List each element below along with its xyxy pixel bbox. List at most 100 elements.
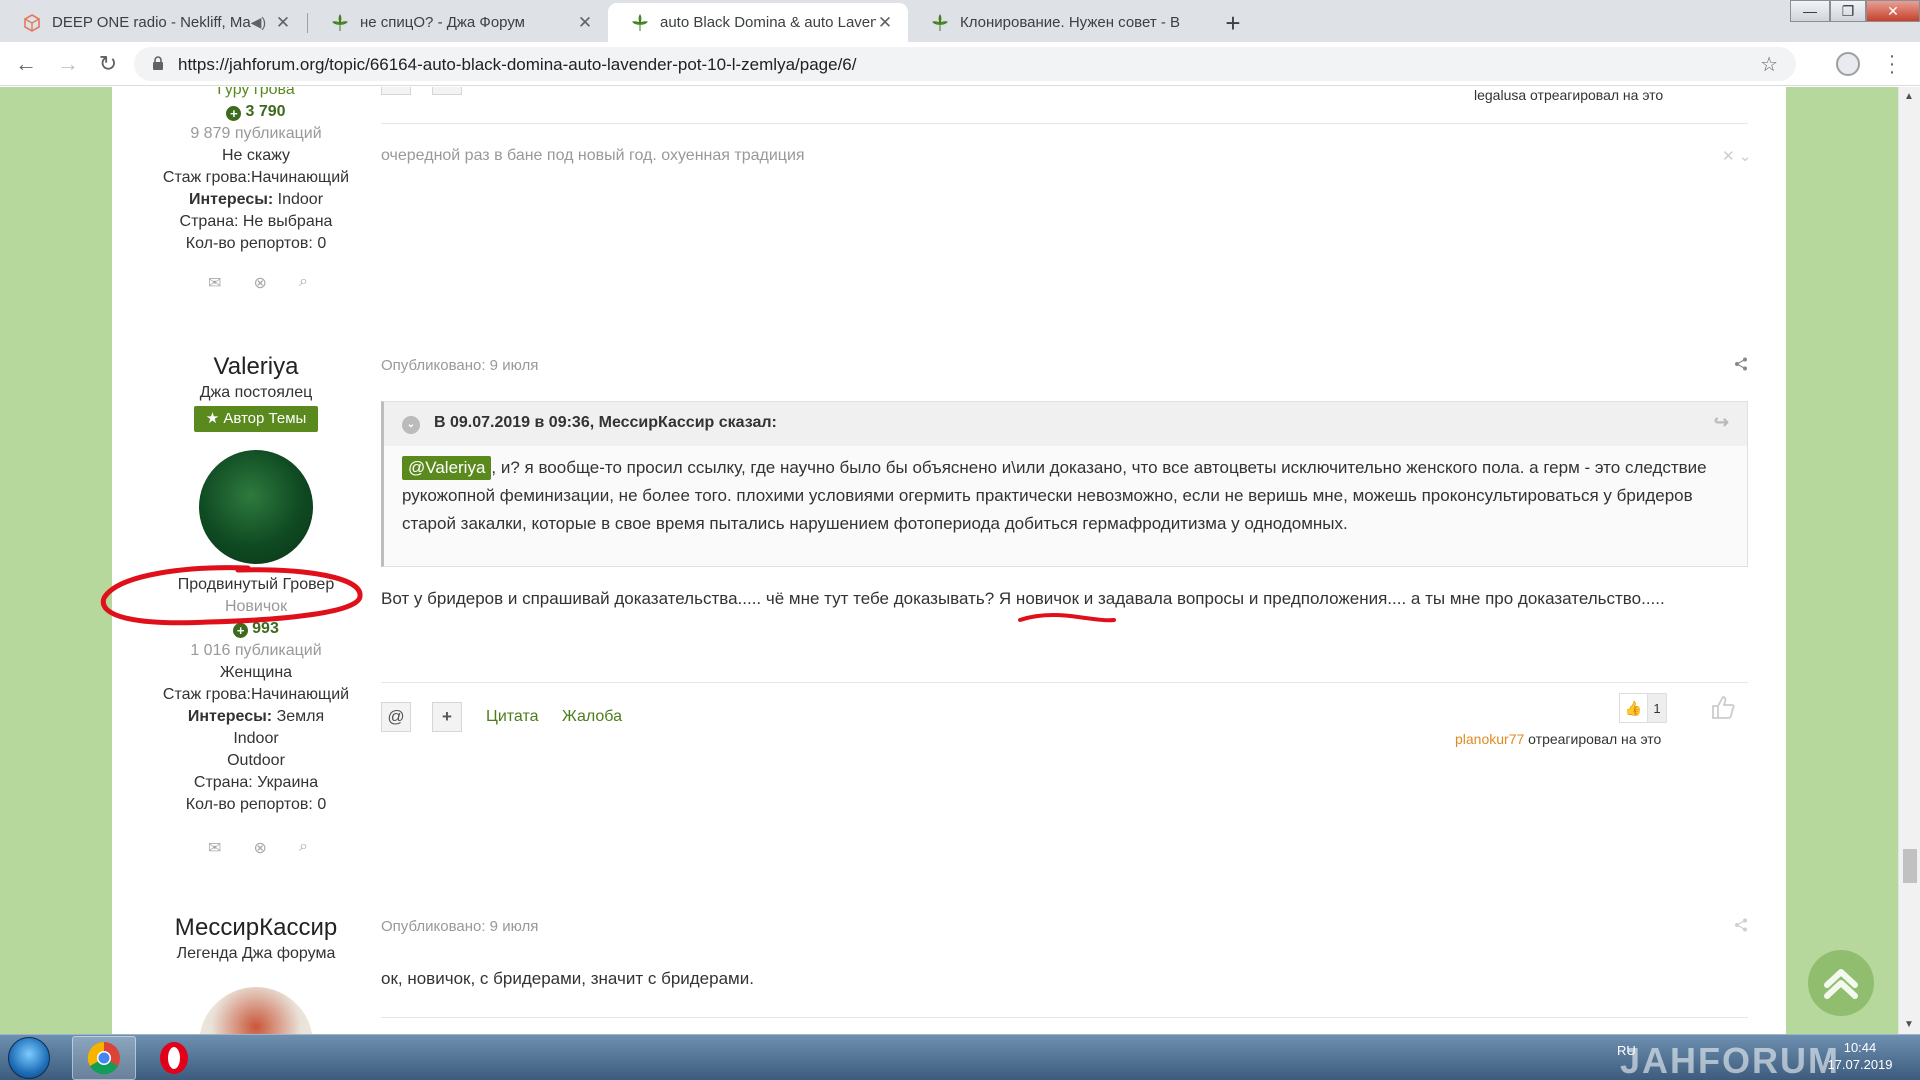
post-body: Вот у бридеров и спрашивай доказательств… bbox=[381, 589, 1665, 608]
report-link[interactable]: Жалоба bbox=[562, 708, 622, 726]
scroll-up-arrow-icon[interactable]: ▲ bbox=[1904, 91, 1914, 102]
experience: Стаж грова:Начинающий bbox=[162, 686, 350, 703]
gender: Не скажу bbox=[221, 147, 291, 164]
envelope-icon[interactable]: ✉ bbox=[208, 838, 221, 858]
reacted-user[interactable]: legalusa bbox=[1474, 87, 1526, 103]
chrome-icon bbox=[87, 1041, 120, 1075]
multiquote-button[interactable]: + bbox=[432, 702, 462, 732]
quote-block: ⌄ В 09.07.2019 в 09:36, МессирКассир ска… bbox=[381, 401, 1748, 567]
avatar[interactable] bbox=[199, 450, 313, 564]
red-underline-annotation bbox=[1018, 613, 1116, 623]
bookmark-star-icon[interactable]: ☆ bbox=[1760, 52, 1778, 77]
country: Страна: Украина bbox=[193, 774, 319, 791]
topic-author-badge: ★ Автор Темы bbox=[193, 406, 319, 432]
taskbar-opera[interactable] bbox=[142, 1036, 206, 1080]
user-mention[interactable]: @Valeriya bbox=[402, 456, 492, 480]
close-window-button[interactable]: ✕ bbox=[1866, 0, 1920, 22]
share-icon[interactable] bbox=[1734, 918, 1748, 936]
close-tab-icon[interactable]: ✕ bbox=[876, 13, 894, 33]
lock-icon[interactable] bbox=[152, 56, 164, 71]
reaction-line-top: legalusa отреагировал на это bbox=[1474, 87, 1663, 103]
red-ellipse-annotation bbox=[100, 565, 363, 626]
author-column-messir: МессирКассир Легенда Джа форума bbox=[112, 913, 400, 965]
close-chevron-icon[interactable]: ✕ ⌄ bbox=[1722, 147, 1751, 165]
search-icon[interactable]: ⌕ bbox=[299, 838, 308, 858]
interest-item: Indoor bbox=[233, 730, 279, 747]
author-actions-valeriya: ✉ ⊗ ⌕ bbox=[208, 838, 308, 858]
scroll-down-arrow-icon[interactable]: ▼ bbox=[1904, 1019, 1914, 1030]
back-icon[interactable]: ← bbox=[12, 50, 40, 78]
envelope-icon[interactable]: ✉ bbox=[208, 273, 221, 293]
tab-title: не спицО? - Джа Форум bbox=[360, 14, 525, 31]
hidden-post-text: очередной раз в бане под новый год. охуе… bbox=[381, 147, 805, 164]
mention-button[interactable]: @ bbox=[381, 702, 411, 732]
reaction-line: planokur77 отреагировал на это bbox=[1455, 731, 1661, 747]
mention-button-top[interactable] bbox=[381, 87, 411, 95]
quote-body: , и? я вообще-то просил ссылку, где науч… bbox=[402, 458, 1707, 533]
interests: Интересы: Indoor bbox=[112, 189, 400, 211]
jahforum-watermark: JAHFORUM bbox=[1620, 1040, 1840, 1080]
close-tab-icon[interactable]: ✕ bbox=[576, 13, 594, 33]
report-count: Кол-во репортов: 0 bbox=[185, 796, 327, 813]
cannabis-leaf-icon bbox=[630, 13, 650, 33]
minimize-button[interactable]: — bbox=[1790, 0, 1830, 22]
tab-cloning[interactable]: Клонирование. Нужен совет - B bbox=[908, 3, 1208, 42]
scrollbar-thumb[interactable] bbox=[1903, 849, 1917, 883]
reacted-user[interactable]: planokur77 bbox=[1455, 731, 1524, 747]
page-scrollbar[interactable]: ▲ ▼ bbox=[1898, 87, 1920, 1034]
plus-button-top[interactable] bbox=[432, 87, 462, 95]
reaction-summary[interactable]: 👍 1 bbox=[1619, 693, 1667, 723]
interests: Интересы: Земля bbox=[112, 706, 400, 728]
extension-icon[interactable] bbox=[1836, 52, 1860, 76]
author-name[interactable]: Valeriya bbox=[112, 352, 400, 382]
interests-label: Интересы: bbox=[188, 191, 274, 208]
search-icon[interactable]: ⌕ bbox=[299, 273, 308, 293]
reputation: +3 790 bbox=[112, 101, 400, 123]
taskbar-chrome[interactable] bbox=[72, 1036, 136, 1080]
interests-value: Indoor bbox=[277, 191, 324, 208]
share-icon[interactable] bbox=[1734, 357, 1748, 375]
report-count: Кол-во репортов: 0 bbox=[185, 235, 327, 252]
tab-auto-black-domina[interactable]: auto Black Domina & auto Laven ✕ bbox=[608, 3, 908, 42]
quote-link[interactable]: Цитата bbox=[486, 708, 539, 726]
ignore-icon[interactable]: ⊗ bbox=[254, 273, 267, 293]
author-column-valeriya: Valeriya Джа постоялец ★ Автор Темы bbox=[112, 352, 400, 432]
like-button-icon[interactable] bbox=[1710, 694, 1736, 727]
tab-title: Клонирование. Нужен совет - B bbox=[960, 14, 1181, 31]
thumbs-up-icon: 👍 bbox=[1620, 694, 1648, 722]
author-actions-top: ✉ ⊗ ⌕ bbox=[208, 273, 308, 293]
ignore-icon[interactable]: ⊗ bbox=[254, 838, 267, 858]
tab-forum-spico[interactable]: не спицО? - Джа Форум ✕ bbox=[308, 3, 608, 42]
browser-menu-icon[interactable]: · · · bbox=[1888, 46, 1896, 82]
quote-text: @Valeriya, и? я вообще-то просил ссылку,… bbox=[402, 454, 1732, 538]
close-tab-icon[interactable]: ✕ bbox=[274, 13, 292, 33]
tab-title: DEEP ONE radio - Nekliff, Ma bbox=[52, 14, 251, 31]
cube-icon bbox=[22, 13, 42, 33]
reload-icon[interactable]: ↻ bbox=[94, 50, 122, 78]
post-body: ок, новичок, с бридерами, значит с бриде… bbox=[381, 969, 754, 988]
post-count: 1 016 публикаций bbox=[190, 642, 322, 659]
plus-circle-icon: + bbox=[226, 106, 242, 121]
url-text[interactable]: https://jahforum.org/topic/66164-auto-bl… bbox=[178, 55, 856, 75]
scroll-to-top-button[interactable] bbox=[1808, 950, 1874, 1016]
new-tab-button[interactable]: + bbox=[1216, 6, 1250, 40]
opera-icon bbox=[160, 1042, 188, 1074]
tab-deep-one-radio[interactable]: DEEP ONE radio - Nekliff, Ma ◀) ✕ bbox=[0, 3, 306, 42]
maximize-button[interactable]: ❐ bbox=[1830, 0, 1866, 22]
forward-icon[interactable]: → bbox=[54, 50, 82, 78]
speaker-icon[interactable]: ◀) bbox=[251, 14, 266, 31]
double-chevron-up-icon bbox=[1824, 969, 1858, 999]
cannabis-leaf-icon bbox=[930, 13, 950, 33]
interest-item: Земля bbox=[276, 708, 325, 725]
address-bar[interactable]: https://jahforum.org/topic/66164-auto-bl… bbox=[134, 47, 1796, 81]
interests-label: Интересы: bbox=[187, 708, 273, 725]
collapse-toggle-icon[interactable]: ⌄ bbox=[402, 416, 420, 434]
post-count: 9 879 публикаций bbox=[190, 125, 322, 142]
go-to-quote-icon[interactable]: ↪ bbox=[1714, 412, 1729, 433]
author-name[interactable]: МессирКассир bbox=[112, 913, 400, 943]
post-date[interactable]: Опубликовано: 9 июля bbox=[381, 918, 538, 935]
start-button[interactable] bbox=[8, 1037, 50, 1079]
post-date[interactable]: Опубликовано: 9 июля bbox=[381, 357, 538, 374]
quote-citation[interactable]: В 09.07.2019 в 09:36, МессирКассир сказа… bbox=[434, 414, 777, 431]
user-rank: Гуру грова bbox=[217, 87, 295, 98]
